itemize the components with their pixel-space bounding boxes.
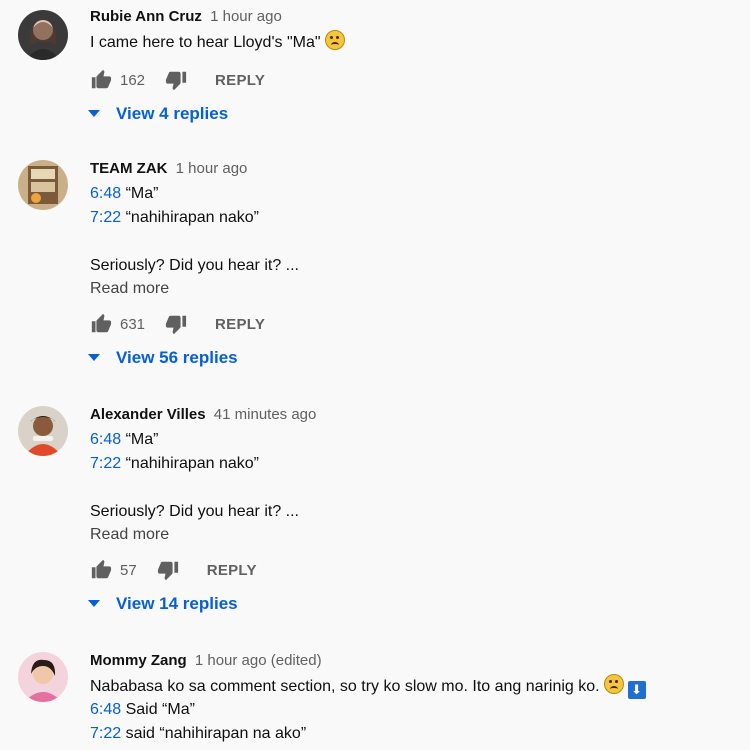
thumb-up-icon[interactable] [90,69,112,91]
comment-text: 6:48 “Ma” 7:22 “nahihirapan nako” Seriou… [90,428,740,524]
comment-line: “nahihirapan nako” [121,455,260,472]
view-replies-label: View 56 replies [116,348,238,367]
author-name[interactable]: Rubie Ann Cruz [90,8,202,25]
thumb-down-icon[interactable] [165,313,187,335]
comment-line: “Ma” [121,431,159,448]
comment-line: Seriously? Did you hear it? ... [90,257,299,274]
author-name[interactable]: Mommy Zang [90,652,187,669]
comment-header: TEAM ZAK 1 hour ago [90,160,740,178]
avatar[interactable] [18,406,68,456]
comment-line: “nahihirapan nako” [121,209,260,226]
comment-text: I came here to hear Lloyd's "Ma" [90,30,740,54]
like-count: 57 [120,561,137,579]
thumb-down-icon[interactable] [165,69,187,91]
timestamp-link[interactable]: 7:22 [90,209,121,226]
reply-button[interactable]: REPLY [207,562,257,579]
comment-header: Alexander Villes 41 minutes ago [90,406,740,424]
like-count: 631 [120,315,146,333]
comment-header: Mommy Zang 1 hour ago (edited) [90,652,740,670]
caret-down-icon [88,600,100,607]
read-more-link[interactable]: Read more [90,280,740,298]
comment-header: Rubie Ann Cruz 1 hour ago [90,8,740,26]
thumb-down-icon[interactable] [157,559,179,581]
comment-text: 6:48 “Ma” 7:22 “nahihirapan nako” Seriou… [90,182,740,278]
timestamp-link[interactable]: 7:22 [90,725,121,742]
reply-button[interactable]: REPLY [215,316,265,333]
timestamp-link[interactable]: 6:48 [90,185,121,202]
view-replies-button[interactable]: View 4 replies [88,102,740,126]
comment-line: Seriously? Did you hear it? ... [90,503,299,520]
confused-face-emoji-icon [603,674,624,694]
avatar[interactable] [18,10,68,60]
view-replies-button[interactable]: View 14 replies [88,592,740,616]
comment-line: Nababasa ko sa comment section, so try k… [90,678,600,695]
caret-down-icon [88,354,100,361]
avatar[interactable] [18,160,68,210]
comment-actions: 631 REPLY [90,312,740,336]
comment-actions: 57 REPLY [90,558,740,582]
timestamp-link[interactable]: 6:48 [90,431,121,448]
comment-line: I came here to hear Lloyd's "Ma" [90,34,321,51]
like-count: 162 [120,71,146,89]
reply-button[interactable]: REPLY [215,72,265,89]
comment-line: Said “Ma” [121,701,195,718]
comment-time[interactable]: 1 hour ago [210,8,282,25]
view-replies-label: View 4 replies [116,104,229,123]
confused-face-emoji-icon [324,30,345,50]
thumb-up-icon[interactable] [90,559,112,581]
down-arrow-emoji-icon: ⬇ [627,681,646,699]
comment-time[interactable]: 1 hour ago [176,160,248,177]
thumb-up-icon[interactable] [90,313,112,335]
read-more-link[interactable]: Read more [90,526,740,544]
comment-time[interactable]: 1 hour ago (edited) [195,652,322,669]
comment-line: said “nahihirapan na ako” [121,725,307,742]
author-name[interactable]: TEAM ZAK [90,160,168,177]
caret-down-icon [88,110,100,117]
comment-time[interactable]: 41 minutes ago [214,406,317,423]
comment-actions: 162 REPLY [90,68,740,92]
timestamp-link[interactable]: 6:48 [90,701,121,718]
view-replies-label: View 14 replies [116,594,238,613]
author-name[interactable]: Alexander Villes [90,406,206,423]
avatar[interactable] [18,652,68,702]
comment-line: “Ma” [121,185,159,202]
view-replies-button[interactable]: View 56 replies [88,346,740,370]
comment-text: Nababasa ko sa comment section, so try k… [90,674,740,746]
timestamp-link[interactable]: 7:22 [90,455,121,472]
